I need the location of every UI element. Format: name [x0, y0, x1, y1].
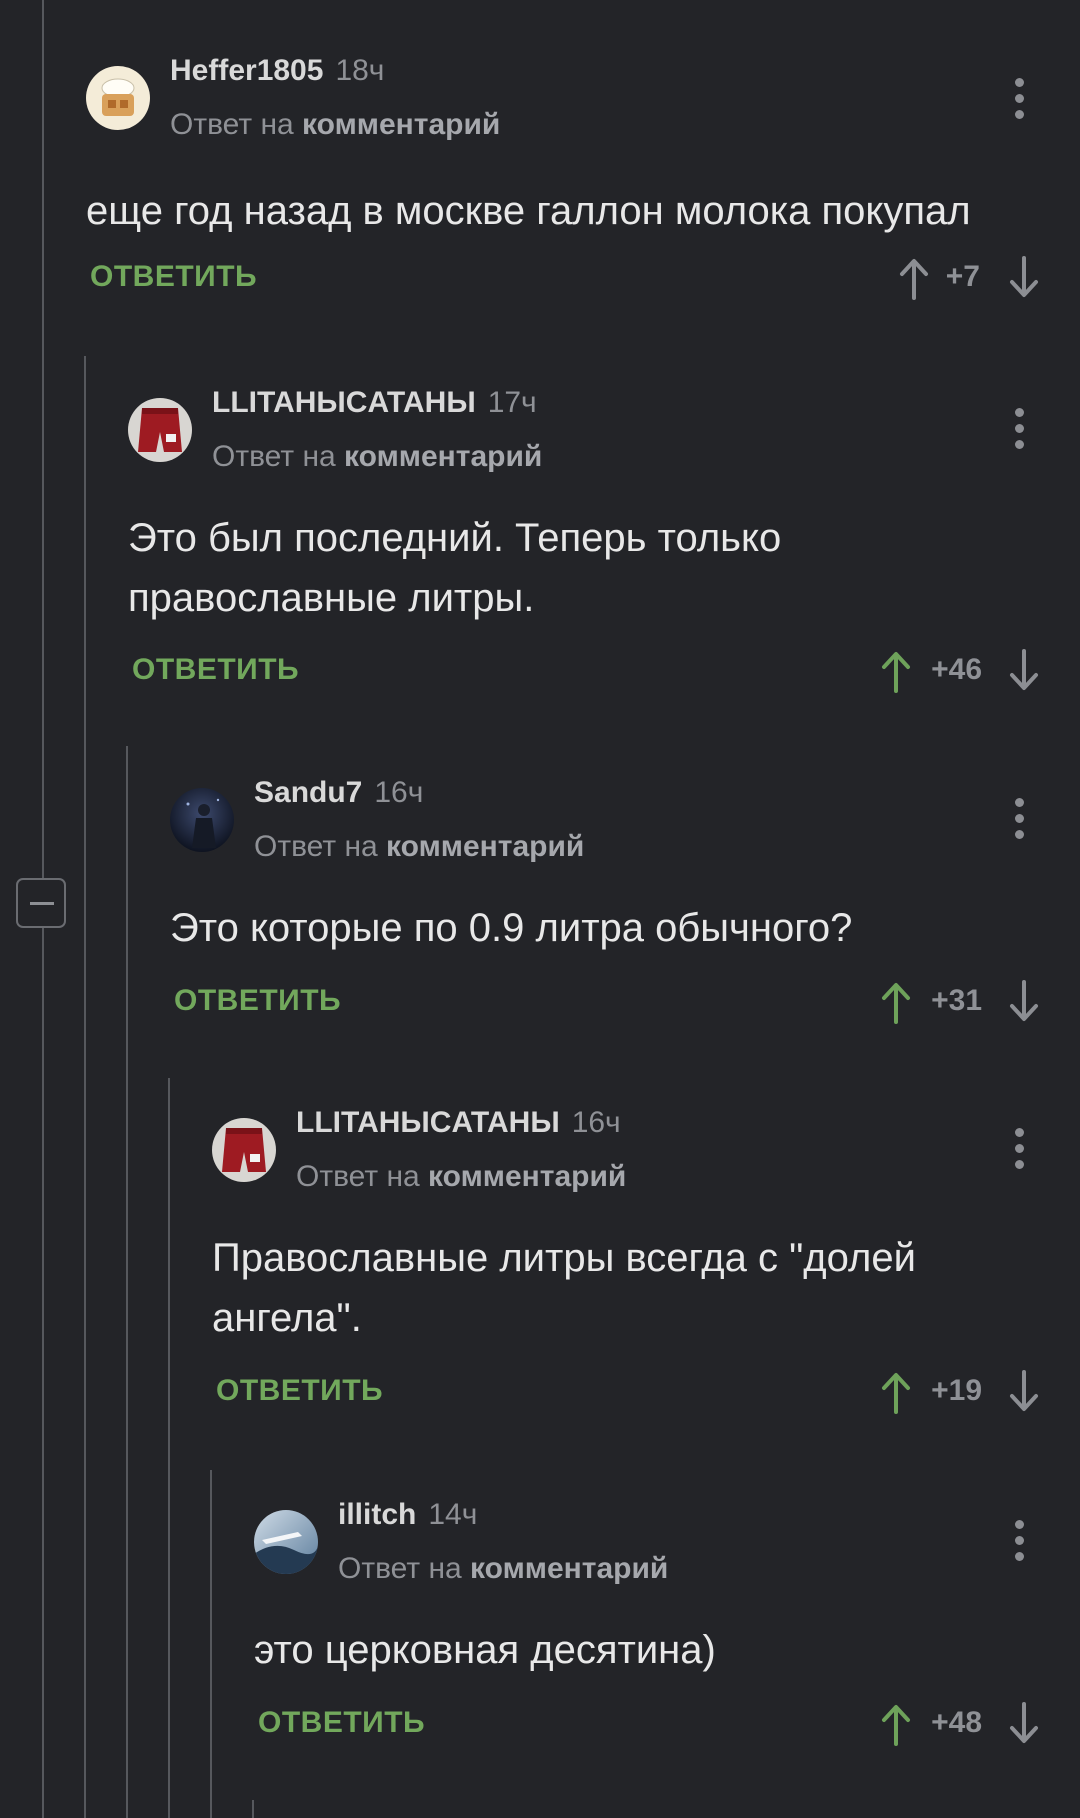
upvote-arrow-icon[interactable]: [880, 649, 912, 693]
reply-to-line: Ответ на комментарий: [254, 830, 585, 863]
reply-button[interactable]: ОТВЕТИТЬ: [216, 1374, 383, 1408]
avatar[interactable]: [212, 1118, 276, 1182]
reply-to-link[interactable]: комментарий: [386, 830, 584, 863]
comment: illitch 14ч Ответ на комментарий это церк…: [254, 1498, 1080, 1760]
comment-text: Это которые по 0.9 литра обычного?: [170, 906, 853, 950]
upvote-arrow-icon[interactable]: [880, 1370, 912, 1414]
thread-line-level-2: [126, 746, 128, 1818]
downvote-arrow-icon[interactable]: [1008, 649, 1040, 693]
comment-text: Это был последний. Теперь только правосл…: [128, 516, 782, 620]
reply-button[interactable]: ОТВЕТИТЬ: [174, 984, 341, 1018]
comment-time: 16ч: [571, 1106, 621, 1139]
rating: +19: [931, 1374, 982, 1407]
collapse-thread-button[interactable]: [16, 878, 66, 928]
reply-to-line: Ответ на комментарий: [212, 440, 543, 473]
more-options-icon[interactable]: [1006, 1122, 1034, 1178]
comment-text: это церковная десятина): [254, 1628, 716, 1672]
more-options-icon[interactable]: [1006, 1514, 1034, 1570]
rating: +48: [931, 1706, 982, 1739]
comment: LLITAHЫCATAHЫ 16ч Ответ на комментарий Пр…: [212, 1106, 1080, 1428]
reply-to-link[interactable]: комментарий: [470, 1552, 668, 1585]
reply-to-link[interactable]: комментарий: [344, 440, 542, 473]
upvote-arrow-icon[interactable]: [898, 256, 930, 300]
upvote-arrow-icon[interactable]: [880, 1702, 912, 1746]
avatar[interactable]: [86, 66, 150, 130]
downvote-arrow-icon[interactable]: [1008, 980, 1040, 1024]
comment-time: 14ч: [428, 1498, 478, 1531]
comment: LLITAHЫCATAHЫ 17ч Ответ на комментарий Эт…: [128, 386, 1080, 698]
reply-to-line: Ответ на комментарий: [170, 108, 501, 141]
rating: +7: [945, 260, 980, 293]
downvote-arrow-icon[interactable]: [1008, 1370, 1040, 1414]
reply-to-link[interactable]: комментарий: [302, 108, 500, 141]
username[interactable]: LLITAHЫCATAHЫ 17ч: [212, 386, 537, 420]
thread-line-level-3: [168, 1078, 170, 1818]
comment-time: 18ч: [335, 54, 385, 87]
username[interactable]: illitch 14ч: [338, 1498, 477, 1532]
upvote-arrow-icon[interactable]: [880, 980, 912, 1024]
avatar[interactable]: [128, 398, 192, 462]
comment-text: Православные литры всегда с "долей ангел…: [212, 1236, 916, 1340]
comment: Heffer1805 18ч Ответ на комментарий еще г…: [86, 54, 1080, 306]
downvote-arrow-icon[interactable]: [1008, 256, 1040, 300]
comment-time: 16ч: [374, 776, 424, 809]
reply-button[interactable]: ОТВЕТИТЬ: [132, 653, 299, 687]
reply-button[interactable]: ОТВЕТИТЬ: [90, 260, 257, 294]
thread-line-level-5: [252, 1800, 254, 1818]
username[interactable]: LLITAHЫCATAHЫ 16ч: [296, 1106, 621, 1140]
rating: +46: [931, 653, 982, 686]
comment-text: еще год назад в москве галлон молока пок…: [86, 189, 971, 233]
reply-button[interactable]: ОТВЕТИТЬ: [258, 1706, 425, 1740]
reply-to-line: Ответ на комментарий: [338, 1552, 669, 1585]
more-options-icon[interactable]: [1006, 402, 1034, 458]
rating: +31: [931, 984, 982, 1017]
reply-to-line: Ответ на комментарий: [296, 1160, 627, 1193]
avatar[interactable]: [170, 788, 234, 852]
thread-line-level-1: [84, 356, 86, 1818]
more-options-icon[interactable]: [1006, 72, 1034, 128]
comment: Sandu7 16ч Ответ на комментарий Это котор…: [170, 776, 1080, 1038]
more-options-icon[interactable]: [1006, 792, 1034, 848]
reply-to-link[interactable]: комментарий: [428, 1160, 626, 1193]
thread-line-level-4: [210, 1470, 212, 1818]
minus-icon: [30, 902, 54, 905]
downvote-arrow-icon[interactable]: [1008, 1702, 1040, 1746]
comment-time: 17ч: [487, 386, 537, 419]
username[interactable]: Sandu7 16ч: [254, 776, 423, 810]
username[interactable]: Heffer1805 18ч: [170, 54, 384, 88]
avatar[interactable]: [254, 1510, 318, 1574]
